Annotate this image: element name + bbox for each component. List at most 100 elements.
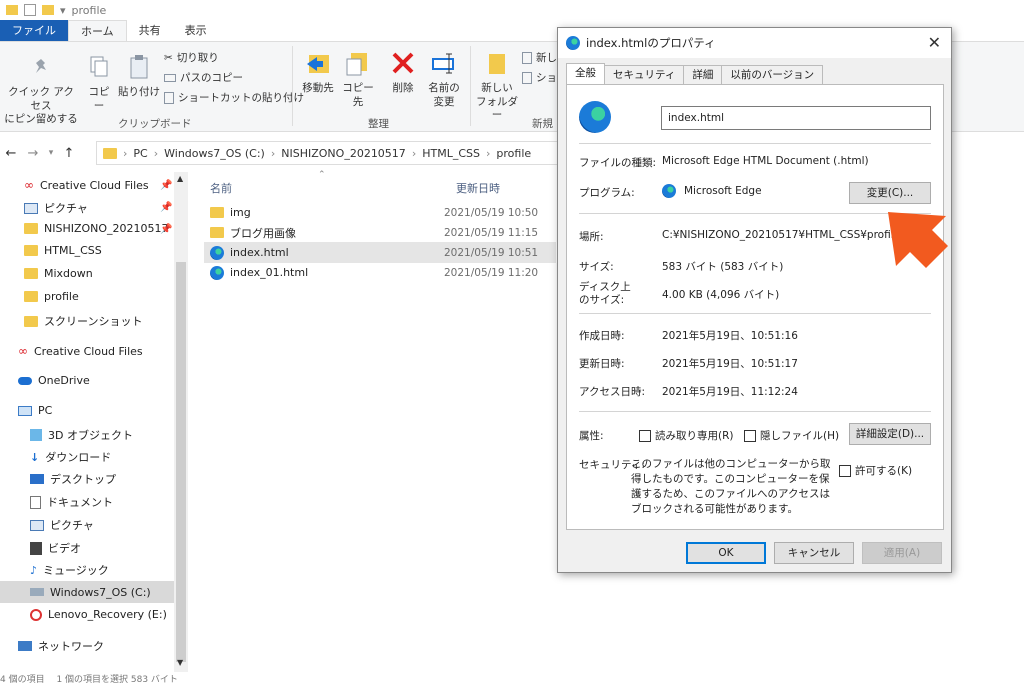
properties-icon[interactable] (24, 4, 36, 16)
checkbox-box[interactable] (639, 429, 651, 442)
cube-icon (30, 429, 42, 441)
rename-button[interactable]: 名前の 変更 (424, 48, 464, 109)
shortcut-icon (522, 71, 532, 84)
modified-label: 更新日時: (579, 358, 625, 370)
new-folder-icon[interactable] (42, 5, 54, 15)
dropdown-icon[interactable]: ▾ (60, 4, 66, 17)
address-bar[interactable]: › PC › Windows7_OS (C:) › NISHIZONO_2021… (96, 141, 566, 165)
nav-item-videos[interactable]: ビデオ (30, 540, 81, 556)
forward-arrow-icon[interactable]: → (22, 146, 44, 161)
filename-field[interactable]: index.html (661, 106, 931, 130)
chevron-right-icon[interactable]: › (486, 147, 490, 160)
readonly-checkbox[interactable]: 読み取り専用(R) (639, 428, 734, 443)
up-arrow-icon[interactable]: ↑ (58, 146, 80, 161)
close-icon[interactable]: ✕ (928, 33, 941, 52)
file-row-index-html[interactable]: index.html 2021/05/19 10:51 (204, 242, 556, 263)
scroll-up-icon[interactable]: ▲ (177, 174, 183, 183)
location-label: 場所: (579, 231, 604, 243)
nav-item-creative-cloud-2[interactable]: ∞ Creative Cloud Files (18, 344, 143, 358)
breadcrumb-nishizono[interactable]: NISHIZONO_20210517 (281, 147, 406, 160)
file-row-blog-images[interactable]: ブログ用画像 2021/05/19 11:15 (204, 222, 556, 243)
allow-checkbox[interactable]: 許可する(K) (839, 463, 912, 478)
nav-item-creative-cloud[interactable]: ∞ Creative Cloud Files (24, 178, 149, 192)
scroll-down-icon[interactable]: ▼ (177, 658, 183, 667)
disk-size-label: ディスク上 のサイズ: (579, 281, 631, 306)
nav-item-documents[interactable]: ドキュメント (30, 494, 113, 510)
column-header-name[interactable]: 名前 (210, 180, 232, 196)
nav-item-mixdown[interactable]: Mixdown (24, 267, 93, 280)
nav-item-profile[interactable]: profile (24, 290, 79, 303)
divider (579, 143, 931, 144)
tab-details[interactable]: 詳細 (683, 65, 723, 85)
copy-button[interactable]: コピー (84, 52, 114, 113)
nav-item-windows7-os[interactable]: Windows7_OS (C:) (0, 581, 174, 603)
nav-item-pictures[interactable]: ピクチャ (24, 200, 88, 216)
nav-item-pc[interactable]: PC (18, 404, 52, 417)
scissors-icon: ✂ (164, 51, 173, 64)
move-to-button[interactable]: 移動先 (298, 48, 338, 96)
breadcrumb-profile[interactable]: profile (496, 147, 531, 160)
chevron-right-icon[interactable]: › (154, 147, 158, 160)
hidden-checkbox[interactable]: 隠しファイル(H) (744, 428, 839, 443)
change-program-button[interactable]: 変更(C)... (849, 182, 931, 204)
tab-home[interactable]: ホーム (68, 20, 127, 41)
pin-quick-access-button[interactable]: クイック アクセス にピン留めする (4, 52, 78, 127)
nav-item-network[interactable]: ネットワーク (18, 638, 104, 654)
ok-button[interactable]: OK (686, 542, 766, 564)
nav-item-desktop[interactable]: デスクトップ (30, 471, 116, 487)
easy-access-button[interactable]: ショ (522, 70, 557, 85)
tab-file[interactable]: ファイル (0, 20, 68, 41)
file-row-img[interactable]: img 2021/05/19 10:50 (204, 202, 556, 223)
cut-button[interactable]: ✂ 切り取り (164, 50, 219, 65)
accessed-value: 2021年5月19日、11:12:24 (662, 386, 798, 398)
pin-icon[interactable]: 📌 (160, 224, 172, 235)
nav-item-screenshots[interactable]: スクリーンショット (24, 313, 142, 329)
nav-item-onedrive[interactable]: OneDrive (18, 374, 90, 387)
new-item-button[interactable]: 新し (522, 50, 557, 65)
nav-item-music[interactable]: ♪ ミュージック (30, 562, 109, 578)
apply-button[interactable]: 適用(A) (862, 542, 942, 564)
checkbox-box[interactable] (839, 464, 851, 477)
folder-icon (210, 207, 224, 218)
paste-shortcut-button[interactable]: ショートカットの貼り付け (164, 90, 304, 105)
checkbox-box[interactable] (744, 429, 756, 442)
chevron-right-icon[interactable]: › (412, 147, 416, 160)
tab-share[interactable]: 共有 (127, 20, 173, 41)
title-bar: ▾ profile (0, 0, 1024, 20)
nav-item-nishizono[interactable]: NISHIZONO_20210517 (24, 222, 169, 235)
tab-security[interactable]: セキュリティ (604, 65, 685, 85)
column-header-date[interactable]: 更新日時 (456, 180, 500, 196)
tab-general[interactable]: 全般 (566, 63, 605, 85)
copy-path-button[interactable]: パスのコピー (164, 70, 243, 85)
pin-icon[interactable]: 📌 (160, 202, 172, 213)
chevron-right-icon[interactable]: › (123, 147, 127, 160)
breadcrumb-drive[interactable]: Windows7_OS (C:) (164, 147, 265, 160)
breadcrumb-html-css[interactable]: HTML_CSS (422, 147, 480, 160)
nav-item-pictures-2[interactable]: ピクチャ (30, 517, 94, 533)
delete-x-icon (390, 48, 416, 78)
nav-scrollbar[interactable]: ▲ ▼ (174, 172, 188, 672)
copy-to-button[interactable]: コピー先 (338, 48, 378, 109)
chevron-right-icon[interactable]: › (271, 147, 275, 160)
back-arrow-icon[interactable]: ← (0, 146, 22, 161)
cancel-button[interactable]: キャンセル (774, 542, 854, 564)
paste-button[interactable]: 貼り付け (118, 52, 160, 100)
edge-icon (662, 184, 676, 198)
folder-icon (24, 315, 38, 327)
file-row-index-01-html[interactable]: index_01.html 2021/05/19 11:20 (204, 262, 556, 283)
tab-previous-versions[interactable]: 以前のバージョン (721, 65, 824, 85)
pin-icon[interactable]: 📌 (160, 180, 172, 191)
document-icon (30, 495, 41, 509)
tab-view[interactable]: 表示 (173, 20, 219, 41)
advanced-button[interactable]: 詳細設定(D)... (849, 423, 931, 445)
folder-icon (103, 147, 117, 159)
breadcrumb-pc[interactable]: PC (133, 147, 147, 160)
nav-item-downloads[interactable]: ↓ ダウンロード (30, 449, 111, 465)
scroll-thumb[interactable] (176, 262, 186, 662)
new-folder-button[interactable]: 新しい フォルダー (474, 48, 520, 123)
nav-item-html-css[interactable]: HTML_CSS (24, 244, 102, 257)
nav-item-lenovo-recovery[interactable]: Lenovo_Recovery (E:) (30, 608, 167, 621)
delete-button[interactable]: 削除 (386, 48, 420, 96)
nav-item-3d-objects[interactable]: 3D オブジェクト (30, 427, 133, 443)
recent-dropdown-icon[interactable]: ▾ (44, 148, 58, 158)
